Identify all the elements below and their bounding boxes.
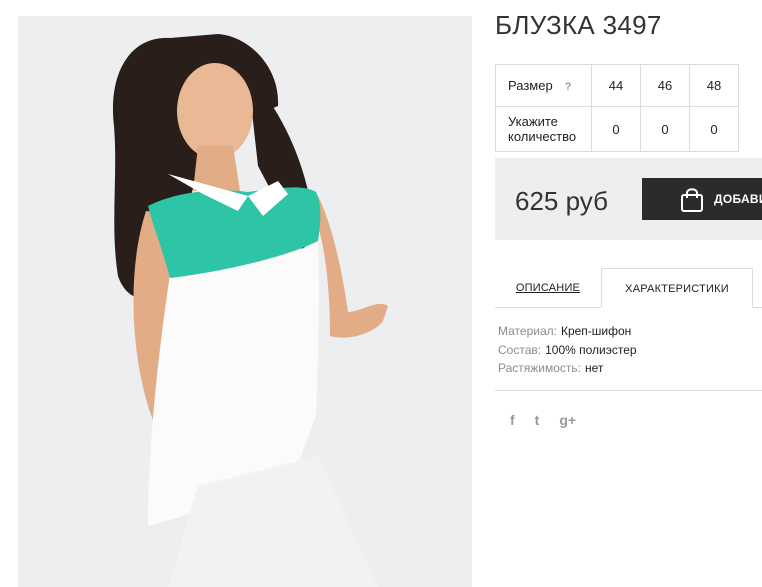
shopping-bag-icon [679, 187, 705, 218]
quantity-input[interactable]: 0 [640, 106, 690, 152]
help-icon[interactable]: ? [565, 81, 572, 93]
spec-row: Растяжимость: нет [498, 361, 604, 375]
product-photo[interactable] [18, 16, 472, 587]
size-table: Размер? 44 46 48 Укажите количество 0 0 … [495, 64, 739, 152]
size-label-cell: Размер? [495, 64, 592, 107]
product-tabs: ОПИСАНИЕ ХАРАКТЕРИСТИКИ [495, 268, 762, 308]
twitter-icon[interactable]: t [535, 412, 540, 428]
add-to-cart-label: ДОБАВИТЬ [714, 192, 762, 206]
divider [495, 390, 762, 391]
specs-list: Материал: Креп-шифон Состав: 100% полиэсте… [498, 322, 637, 378]
product-title: БЛУЗКА 3497 [495, 10, 662, 40]
quantity-input[interactable]: 0 [689, 106, 739, 152]
size-option[interactable]: 46 [640, 64, 690, 107]
tab-description[interactable]: ОПИСАНИЕ [495, 268, 601, 307]
social-share: f t g+ [510, 412, 576, 428]
spec-row: Материал: Креп-шифон [498, 324, 632, 338]
add-to-cart-button[interactable]: ДОБАВИТЬ [642, 178, 762, 220]
spec-row: Состав: 100% полиэстер [498, 342, 637, 357]
quantity-input[interactable]: 0 [591, 106, 641, 152]
quantity-label: Укажите количество [495, 106, 592, 152]
price: 625 руб [515, 186, 608, 216]
size-option[interactable]: 44 [591, 64, 641, 107]
price-box: 625 руб ДОБАВИТЬ [495, 158, 762, 240]
tab-specs[interactable]: ХАРАКТЕРИСТИКИ [601, 268, 753, 308]
size-option[interactable]: 48 [689, 64, 739, 107]
google-plus-icon[interactable]: g+ [559, 412, 576, 428]
size-label: Размер [508, 78, 553, 93]
facebook-icon[interactable]: f [510, 412, 515, 428]
